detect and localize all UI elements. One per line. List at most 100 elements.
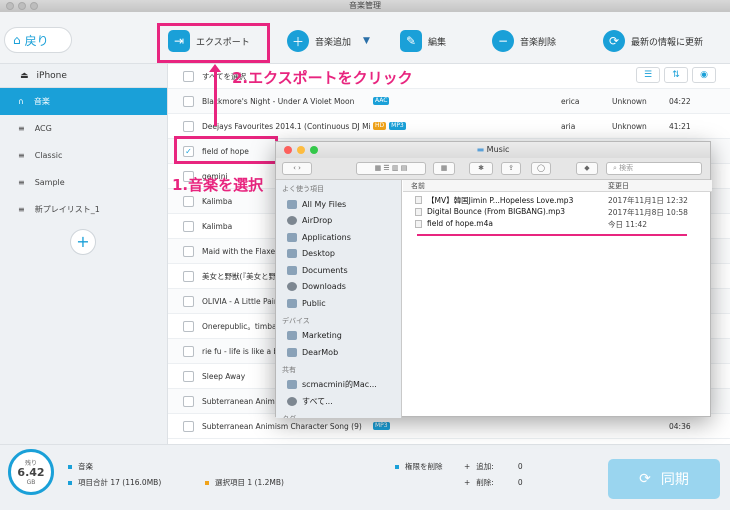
row-checkbox[interactable] <box>183 345 194 357</box>
song-row[interactable]: Blackmore's Night - Under A Violet Moon A… <box>168 89 730 114</box>
finder-sidebar-item[interactable]: DearMob <box>276 344 401 361</box>
footer: 残り 6.42 GB 音楽 項目合計 17 (116.0MB) 選択項目 1 (… <box>0 444 730 510</box>
action-gear-icon[interactable]: ✱ <box>469 162 493 175</box>
finder-sidebar-item[interactable]: Documents <box>276 262 401 279</box>
finder-sidebar-item[interactable]: Downloads <box>276 279 401 296</box>
items-total: 項目合計 17 (116.0MB) <box>68 477 161 488</box>
edit-button[interactable]: ✎ 編集 <box>400 30 446 52</box>
music-legend-label: 音楽 <box>78 462 93 471</box>
edit-label: 編集 <box>428 37 447 48</box>
share-icon[interactable]: ⇪ <box>501 162 521 175</box>
refresh-button[interactable]: ⟳ 最新の情報に更新 <box>603 30 703 52</box>
devices-icon <box>287 331 297 341</box>
row-checkbox[interactable] <box>183 395 194 407</box>
finder-sidebar-label: Downloads <box>302 282 346 292</box>
add-music-button[interactable]: ＋ 音楽追加 ▼ <box>287 30 370 52</box>
finder-sidebar-item[interactable]: Public <box>276 295 401 312</box>
finder-sidebar-item[interactable]: Marketing <box>276 328 401 345</box>
arrange-button[interactable]: ▦ <box>433 162 455 175</box>
column-date[interactable]: 変更日 <box>608 181 629 191</box>
eject-icon[interactable]: ⏏ <box>20 71 29 81</box>
playlist-icon: ≡ <box>18 124 25 133</box>
sidebar-item-new-playlist[interactable]: ≡ 新プレイリスト_1 <box>0 196 167 223</box>
finder-sidebar-item[interactable]: All My Files <box>276 196 401 213</box>
file-date: 今日 11:42 <box>608 220 647 229</box>
sidebar-item-music[interactable]: ∩ 音楽 <box>0 88 167 115</box>
finder-window-controls[interactable] <box>284 146 318 154</box>
playlist-icon: ≡ <box>18 178 25 187</box>
chevron-down-icon[interactable]: ▼ <box>363 36 370 46</box>
row-checkbox[interactable] <box>183 295 194 307</box>
row-checkbox[interactable] <box>183 120 194 132</box>
back-label: 戻り <box>24 33 49 48</box>
finder-sidebar-item[interactable]: scmacmini的Mac... <box>276 377 401 394</box>
format-badge: MP3 <box>389 122 406 130</box>
devices-icon <box>287 347 297 357</box>
view-mode-buttons[interactable]: ▦ ☰ ▥ ▤ <box>356 162 426 175</box>
device-name: iPhone <box>36 70 67 81</box>
folder-icon: ▬ <box>476 145 485 154</box>
row-checkbox[interactable] <box>183 95 194 107</box>
row-checkbox[interactable] <box>183 220 194 232</box>
search-field[interactable]: ⌕ 検索 <box>606 162 702 175</box>
song-time: 41:21 <box>669 121 691 131</box>
row-checkbox[interactable] <box>183 270 194 282</box>
annotation-step-1: 1.音楽を選択 <box>172 176 264 194</box>
finder-file-list: 名前 変更日 【MV】韓国Jimin P...Hopeless Love.mp3… <box>403 180 712 418</box>
items-total-label: 項目合計 17 (116.0MB) <box>78 478 162 487</box>
finder-sidebar-item[interactable]: AirDrop <box>276 213 401 230</box>
sidebar-item-sample[interactable]: ≡ Sample <box>0 169 167 196</box>
finder-sidebar-item[interactable]: Applications <box>276 229 401 246</box>
device-header[interactable]: ⏏ iPhone <box>0 64 167 88</box>
row-checkbox[interactable] <box>183 320 194 332</box>
back-button[interactable]: ⌂ 戻り <box>4 27 72 53</box>
add-playlist-button[interactable]: + <box>70 229 96 255</box>
file-icon <box>415 208 422 216</box>
storage-gauge: 残り 6.42 GB <box>8 449 54 495</box>
file-row[interactable]: field of hope.m4a 今日 11:42 <box>403 218 712 230</box>
row-checkbox[interactable] <box>183 245 194 257</box>
home-icon: ⌂ <box>13 33 21 47</box>
nav-back-forward[interactable]: ‹ › <box>282 162 312 175</box>
finder-sidebar-label: All My Files <box>302 199 347 209</box>
file-date: 2017年11月1日 12:32 <box>608 196 688 205</box>
finder-sidebar-item[interactable]: すべて... <box>276 393 401 410</box>
finder-sidebar-item[interactable]: Desktop <box>276 246 401 263</box>
song-title: Subterranean Animism Character Song (9) <box>202 421 362 431</box>
row-checkbox[interactable] <box>183 420 194 432</box>
window-controls[interactable] <box>6 2 38 10</box>
file-row[interactable]: Digital Bounce (From BIGBANG).mp3 2017年11… <box>403 206 712 218</box>
row-checkbox[interactable] <box>183 195 194 207</box>
finder-sidebar-label: DearMob <box>302 347 339 357</box>
sidebar-item-acg[interactable]: ≡ ACG <box>0 115 167 142</box>
delete-music-button[interactable]: − 音楽削除 <box>492 30 556 52</box>
song-time: 04:36 <box>669 421 691 431</box>
finder-titlebar: ▬ Music <box>276 142 710 158</box>
finder-sidebar-label: Public <box>302 298 326 308</box>
no-permission: 権限を削除 <box>395 461 443 472</box>
music-legend: 音楽 <box>68 461 93 472</box>
file-icon <box>415 196 422 204</box>
sidebar-item-label: 音楽 <box>33 97 50 106</box>
annotation-step-2: 2.エクスポートをクリック <box>232 69 413 87</box>
deleted-count: + 削除: 0 <box>464 478 523 487</box>
column-name[interactable]: 名前 <box>411 181 425 191</box>
sync-button[interactable]: ⟳ 同期 <box>608 459 720 499</box>
shared-icon <box>287 396 297 406</box>
sync-label: 同期 <box>660 472 689 488</box>
storage-value: 6.42 <box>17 466 45 479</box>
added-value: 0 <box>517 462 523 471</box>
tag-icon[interactable]: ◯ <box>531 162 551 175</box>
row-checkbox[interactable] <box>183 70 194 82</box>
select-highlight-box <box>174 136 278 164</box>
tags-header: タグ <box>276 410 401 419</box>
sidebar-item-classic[interactable]: ≡ Classic <box>0 142 167 169</box>
favorites-header: よく使う項目 <box>282 185 324 193</box>
added-label: 追加: <box>476 462 494 471</box>
row-checkbox[interactable] <box>183 370 194 382</box>
edit-icon: ✎ <box>400 30 422 52</box>
annotation-arrow <box>214 70 217 126</box>
dropbox-icon[interactable]: ◆ <box>576 162 598 175</box>
items-selected: 選択項目 1 (1.2MB) <box>205 477 284 488</box>
file-row[interactable]: 【MV】韓国Jimin P...Hopeless Love.mp3 2017年11… <box>403 194 712 206</box>
